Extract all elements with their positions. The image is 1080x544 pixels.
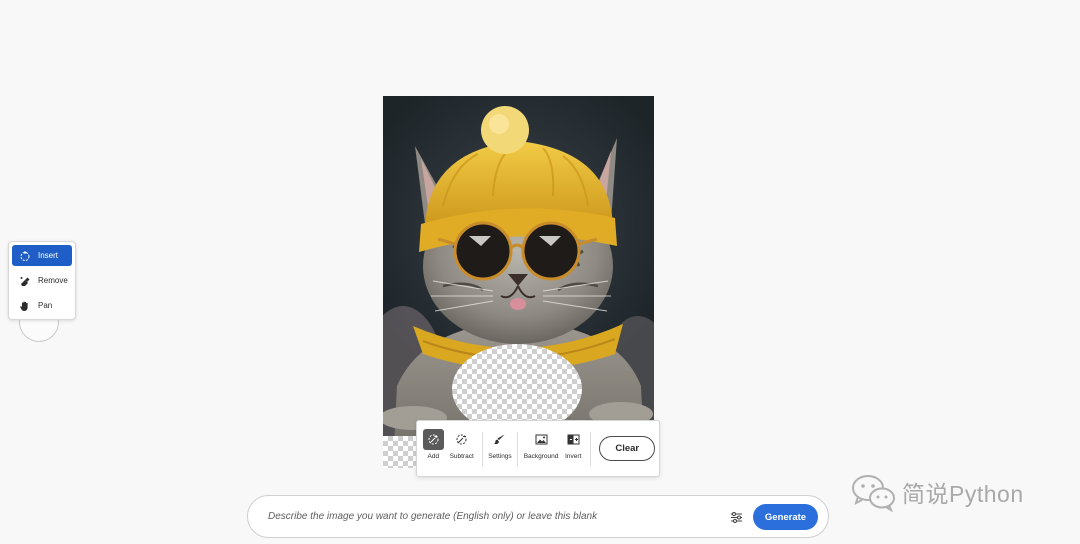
mask-toolbar: Add Subtract Settings Background Invert … (416, 420, 660, 477)
subtract-label: Subtract (449, 452, 474, 460)
subtract-mask-button[interactable]: Subtract (446, 425, 478, 473)
clear-button[interactable]: Clear (599, 436, 656, 461)
masked-corner (383, 436, 417, 468)
subtract-brush-icon (451, 429, 472, 450)
tool-pan[interactable]: Pan (12, 295, 72, 316)
prompt-input[interactable] (266, 510, 710, 523)
image-icon (531, 429, 552, 450)
toolbar-divider (517, 431, 519, 466)
generate-button[interactable]: Generate (753, 504, 818, 530)
invert-label: Invert (565, 452, 582, 460)
tool-remove[interactable]: Remove (12, 270, 72, 291)
tool-insert[interactable]: Insert (12, 245, 72, 266)
paintbrush-icon (489, 429, 510, 450)
tool-menu: Insert Remove Pan (8, 241, 76, 320)
add-label: Add (427, 452, 440, 460)
hand-icon (18, 299, 32, 313)
invert-button[interactable]: Invert (560, 425, 586, 473)
eraser-icon (18, 274, 32, 288)
background-button[interactable]: Background (522, 425, 560, 473)
add-mask-button[interactable]: Add (421, 425, 446, 473)
prompt-bar: Generate (247, 495, 829, 538)
tool-insert-label: Insert (38, 251, 59, 260)
invert-mask-icon (563, 429, 584, 450)
add-brush-icon (422, 428, 444, 450)
wechat-icon (852, 475, 895, 512)
settings-label: Settings (488, 452, 512, 460)
insert-brush-icon (18, 249, 32, 263)
toolbar-divider (481, 431, 483, 466)
brush-settings-button[interactable]: Settings (487, 425, 513, 473)
background-label: Background (523, 452, 559, 460)
watermark: 简说Python (850, 472, 1024, 512)
image-canvas[interactable] (383, 96, 654, 468)
sliders-icon[interactable] (730, 511, 743, 524)
watermark-text: 简说Python (902, 481, 1024, 507)
tool-remove-label: Remove (38, 276, 68, 285)
tool-pan-label: Pan (38, 301, 53, 310)
toolbar-divider (590, 431, 592, 466)
